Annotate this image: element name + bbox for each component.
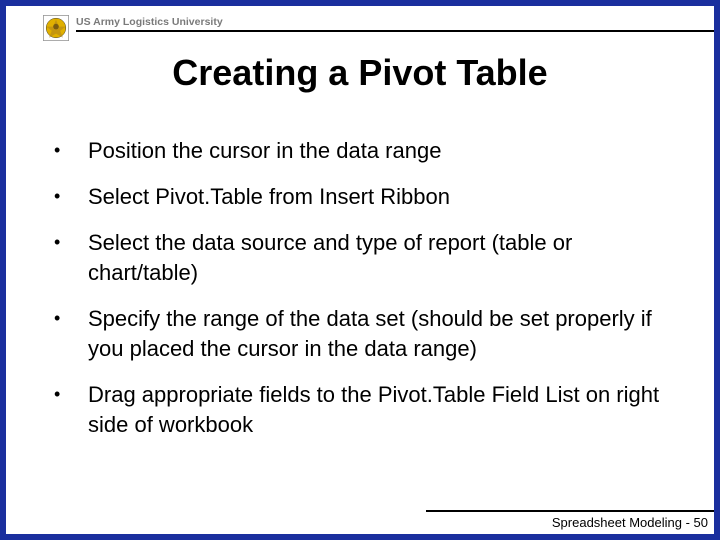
bullet-dot-icon: • — [54, 228, 88, 256]
list-item: • Select Pivot.Table from Insert Ribbon — [54, 182, 670, 212]
bullet-text: Specify the range of the data set (shoul… — [88, 304, 670, 364]
bullet-text: Select Pivot.Table from Insert Ribbon — [88, 182, 450, 212]
slide-footer: Spreadsheet Modeling - 50 — [552, 515, 708, 530]
header-divider — [76, 30, 714, 32]
slide-body: • Position the cursor in the data range … — [54, 136, 670, 456]
bullet-dot-icon: • — [54, 304, 88, 332]
bullet-dot-icon: • — [54, 136, 88, 164]
list-item: • Position the cursor in the data range — [54, 136, 670, 166]
footer-divider — [426, 510, 714, 512]
bullet-dot-icon: • — [54, 380, 88, 408]
logo-icon — [42, 14, 70, 42]
slide-title: Creating a Pivot Table — [6, 52, 714, 94]
bullet-text: Position the cursor in the data range — [88, 136, 441, 166]
header-org-text: US Army Logistics University — [76, 16, 223, 28]
bullet-list: • Position the cursor in the data range … — [54, 136, 670, 440]
bullet-text: Select the data source and type of repor… — [88, 228, 670, 288]
list-item: • Select the data source and type of rep… — [54, 228, 670, 288]
list-item: • Specify the range of the data set (sho… — [54, 304, 670, 364]
list-item: • Drag appropriate fields to the Pivot.T… — [54, 380, 670, 440]
slide: US Army Logistics University Creating a … — [0, 0, 720, 540]
bullet-text: Drag appropriate fields to the Pivot.Tab… — [88, 380, 670, 440]
bullet-dot-icon: • — [54, 182, 88, 210]
